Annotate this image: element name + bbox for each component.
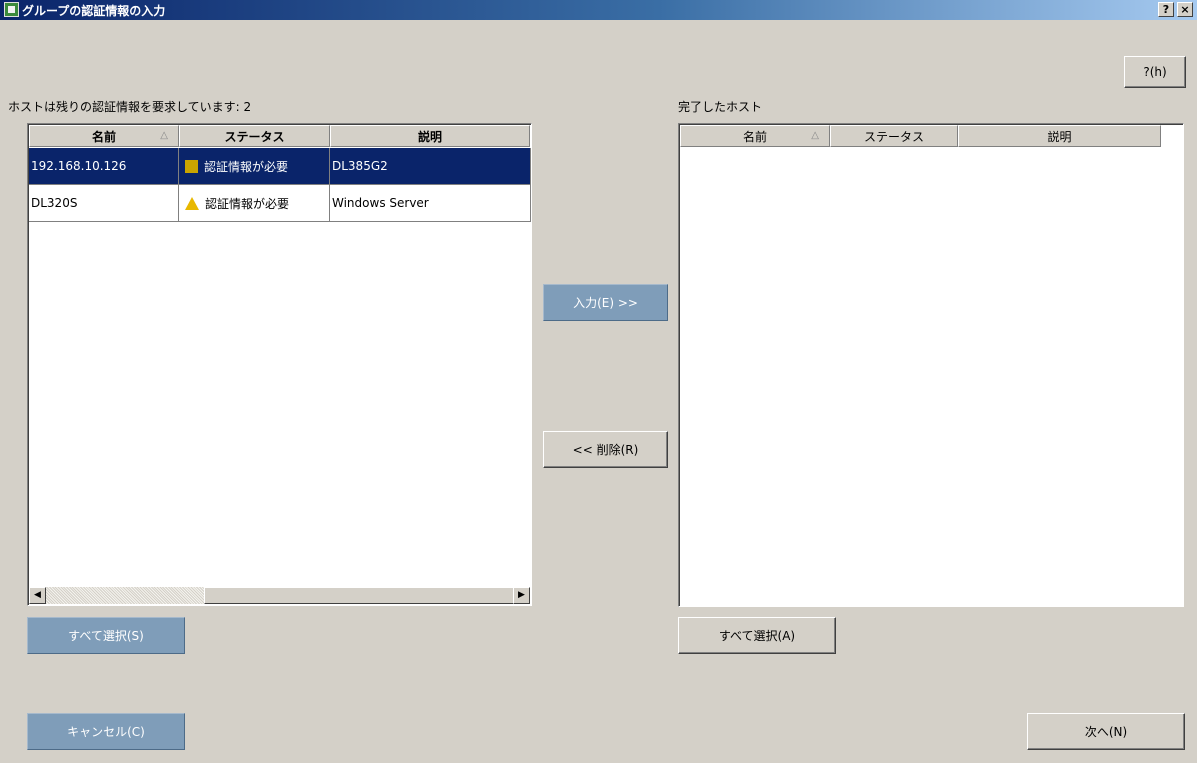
column-header-name-label: 名前 — [742, 129, 767, 144]
scroll-track[interactable] — [46, 587, 204, 604]
title-bar: グループの認証情報の入力 ? × — [0, 0, 1197, 20]
cancel-button[interactable]: キャンセル(C) — [27, 713, 185, 750]
column-header-name-label: 名前 — [91, 129, 116, 144]
horizontal-scrollbar[interactable]: ◀ ▶ — [29, 587, 530, 604]
add-button[interactable]: 入力(E) >> — [543, 284, 668, 321]
column-header-description[interactable]: 説明 — [330, 125, 530, 147]
completed-hosts-list[interactable]: 名前 △ ステータス 説明 — [678, 123, 1184, 607]
sort-ascending-icon: △ — [811, 130, 819, 141]
row-description: Windows Server — [330, 185, 531, 222]
column-header-status[interactable]: ステータス — [830, 125, 958, 147]
column-header-name[interactable]: 名前 △ — [680, 125, 830, 147]
remove-button[interactable]: << 削除(R) — [543, 431, 668, 468]
warning-icon — [185, 196, 199, 210]
scroll-thumb[interactable] — [204, 587, 514, 604]
column-header-status[interactable]: ステータス — [179, 125, 330, 147]
column-header-description[interactable]: 説明 — [958, 125, 1161, 147]
pending-hosts-list[interactable]: 名前 △ ステータス 説明 192.168.10.126 認証情報が必要 DL3… — [27, 123, 532, 606]
row-status: 認証情報が必要 — [179, 148, 330, 185]
pending-hosts-caption: ホストは残りの認証情報を要求しています: 2 — [8, 100, 252, 114]
help-button[interactable]: ?(h) — [1124, 56, 1186, 88]
title-help-button[interactable]: ? — [1158, 2, 1174, 17]
table-row[interactable]: 192.168.10.126 認証情報が必要 DL385G2 — [29, 148, 531, 185]
row-name: 192.168.10.126 — [29, 148, 179, 185]
row-status-text: 認証情報が必要 — [205, 196, 290, 211]
select-all-completed-button[interactable]: すべて選択(A) — [678, 617, 836, 654]
app-icon — [4, 2, 19, 17]
window-title: グループの認証情報の入力 — [22, 4, 166, 18]
next-button[interactable]: 次へ(N) — [1027, 713, 1185, 750]
scroll-left-icon[interactable]: ◀ — [29, 587, 46, 604]
row-description: DL385G2 — [330, 148, 531, 185]
table-row[interactable]: DL320S 認証情報が必要 Windows Server — [29, 185, 531, 222]
row-name: DL320S — [29, 185, 179, 222]
row-status: 認証情報が必要 — [179, 185, 330, 222]
column-header-name[interactable]: 名前 △ — [29, 125, 179, 147]
close-button[interactable]: × — [1177, 2, 1193, 17]
sort-ascending-icon: △ — [160, 130, 168, 141]
select-all-pending-button[interactable]: すべて選択(S) — [27, 617, 185, 654]
scroll-right-icon[interactable]: ▶ — [513, 587, 530, 604]
completed-hosts-caption: 完了したホスト — [678, 100, 763, 114]
row-status-text: 認証情報が必要 — [204, 159, 289, 174]
warning-icon — [185, 159, 198, 173]
